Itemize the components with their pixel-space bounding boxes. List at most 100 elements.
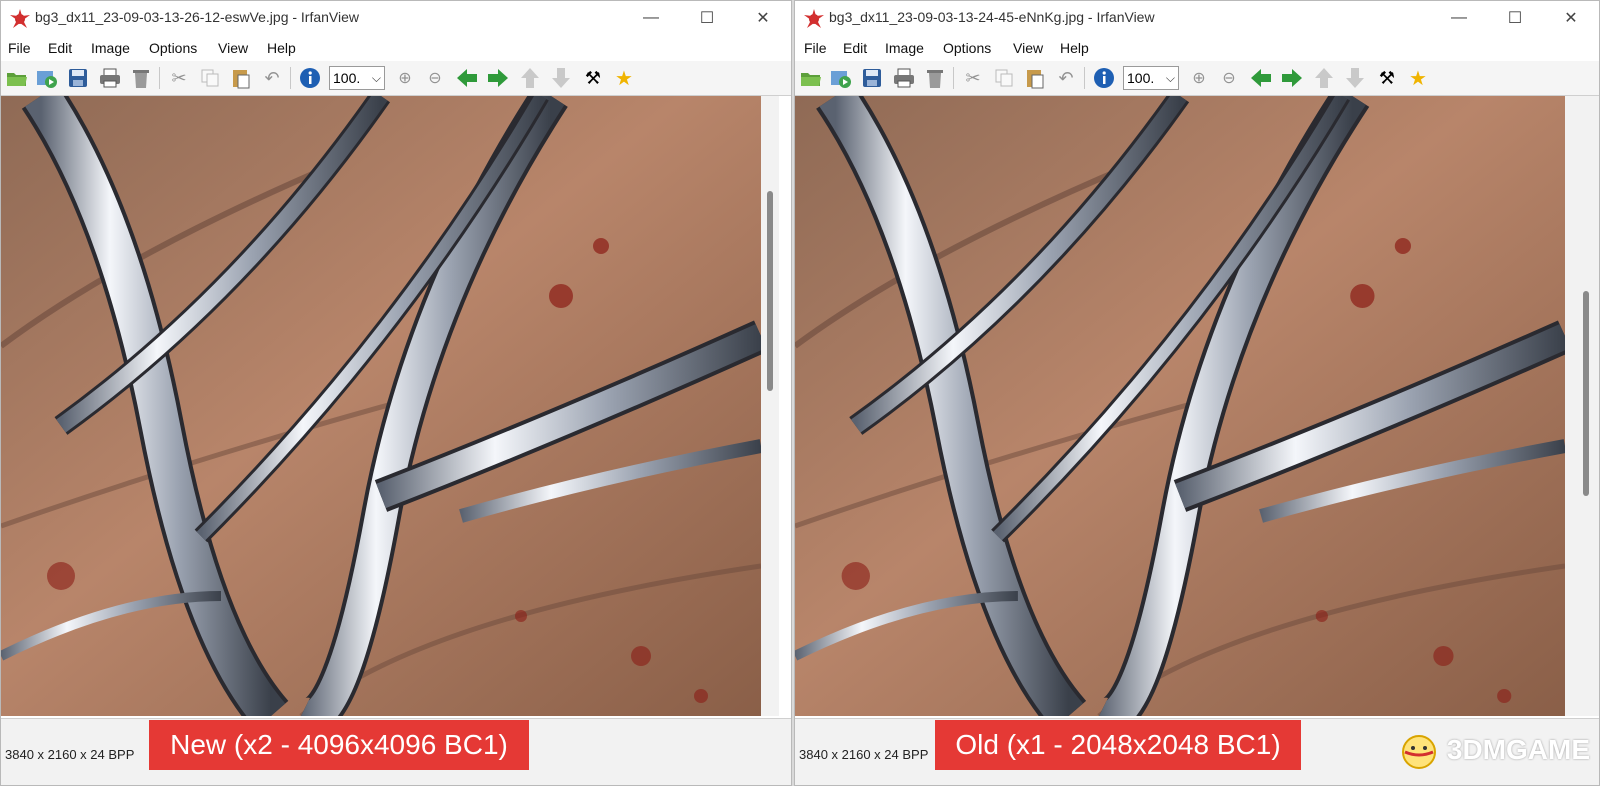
copy-icon — [201, 69, 219, 87]
zoom-select[interactable]: 100. ⌵ — [329, 66, 385, 90]
maximize-icon: ☐ — [699, 10, 715, 27]
chevron-down-icon: ⌵ — [1165, 71, 1175, 85]
menu-file[interactable]: File — [804, 40, 827, 56]
irfanview-app-icon — [10, 9, 30, 28]
title-bar[interactable]: bg3_dx11_23-09-03-13-26-12-eswVe.jpg - I… — [1, 1, 791, 35]
zoom-out-button[interactable]: ⊖ — [423, 66, 447, 90]
close-button[interactable]: ✕ — [735, 1, 791, 35]
cut-icon: ✂ — [965, 67, 981, 88]
open-button[interactable] — [799, 66, 823, 90]
down-icon — [1346, 68, 1364, 88]
toolbar: ✂ ↶ 100. ⌵ ⊕ ⊖ ⚒ ★ — [1, 61, 791, 96]
maximize-button[interactable]: ☐ — [1487, 1, 1543, 35]
paste-button[interactable] — [1023, 66, 1047, 90]
watermark-text: 3DMGAME — [1446, 734, 1590, 765]
zoom-out-icon: ⊖ — [428, 70, 442, 87]
favorite-button[interactable]: ★ — [1406, 66, 1430, 90]
scroll-up-button[interactable] — [518, 66, 542, 90]
maximize-icon: ☐ — [1507, 10, 1523, 27]
image-viewport[interactable] — [795, 96, 1565, 716]
zoom-in-icon: ⊕ — [398, 70, 412, 87]
minimize-button[interactable]: — — [623, 1, 679, 35]
minimize-button[interactable]: — — [1431, 1, 1487, 35]
zoom-in-button[interactable]: ⊕ — [1187, 66, 1211, 90]
cut-button[interactable]: ✂ — [961, 66, 985, 90]
scrollbar-thumb[interactable] — [767, 191, 773, 391]
save-button[interactable] — [860, 66, 884, 90]
info-button[interactable] — [1092, 66, 1116, 90]
cut-button[interactable]: ✂ — [167, 66, 191, 90]
info-icon — [1094, 68, 1114, 88]
zoom-select[interactable]: 100. ⌵ — [1123, 66, 1179, 90]
scrollbar-thumb[interactable] — [1583, 291, 1589, 496]
print-button[interactable] — [98, 66, 122, 90]
next-image-button[interactable] — [1280, 66, 1304, 90]
delete-button[interactable] — [129, 66, 153, 90]
menu-view[interactable]: View — [218, 40, 248, 56]
menu-image[interactable]: Image — [91, 40, 130, 56]
favorite-icon: ★ — [1409, 67, 1427, 90]
scroll-up-button[interactable] — [1312, 66, 1336, 90]
menu-file[interactable]: File — [8, 40, 31, 56]
irfanview-app-icon — [804, 9, 824, 28]
info-button[interactable] — [298, 66, 322, 90]
print-button[interactable] — [892, 66, 916, 90]
menu-image[interactable]: Image — [885, 40, 924, 56]
scroll-down-button[interactable] — [1343, 66, 1367, 90]
irfanview-window-right: bg3_dx11_23-09-03-13-24-45-eNnKg.jpg - I… — [794, 0, 1600, 786]
close-button[interactable]: ✕ — [1543, 1, 1599, 35]
image-info: 3840 x 2160 x 24 BPP — [799, 747, 929, 762]
menu-help[interactable]: Help — [1060, 40, 1089, 56]
zoom-out-button[interactable]: ⊖ — [1217, 66, 1241, 90]
menu-view[interactable]: View — [1013, 40, 1043, 56]
zoom-value: 100. — [333, 70, 361, 86]
delete-button[interactable] — [923, 66, 947, 90]
next-image-button[interactable] — [486, 66, 510, 90]
up-icon — [1315, 68, 1333, 88]
undo-button[interactable]: ↶ — [260, 66, 284, 90]
image-viewport[interactable] — [1, 96, 761, 716]
minimize-icon: — — [1451, 9, 1467, 26]
vertical-scrollbar[interactable] — [761, 96, 779, 716]
displayed-image — [795, 96, 1565, 716]
title-bar[interactable]: bg3_dx11_23-09-03-13-24-45-eNnKg.jpg - I… — [795, 1, 1599, 35]
prev-icon — [1251, 69, 1271, 87]
delete-icon — [927, 70, 943, 88]
close-icon: ✕ — [756, 10, 770, 27]
print-icon — [894, 68, 914, 88]
zoom-out-icon: ⊖ — [1222, 70, 1236, 87]
undo-button[interactable]: ↶ — [1054, 66, 1078, 90]
window-title: bg3_dx11_23-09-03-13-26-12-eswVe.jpg - I… — [35, 9, 360, 25]
copy-button[interactable] — [992, 66, 1016, 90]
comparison-caption: New (x2 - 4096x4096 BC1) — [149, 720, 529, 770]
mascot-logo-icon — [1401, 735, 1436, 769]
window-title: bg3_dx11_23-09-03-13-24-45-eNnKg.jpg - I… — [829, 9, 1155, 25]
prev-icon — [457, 69, 477, 87]
previous-image-button[interactable] — [1249, 66, 1273, 90]
menu-help[interactable]: Help — [267, 40, 296, 56]
irfanview-window-left: bg3_dx11_23-09-03-13-26-12-eswVe.jpg - I… — [0, 0, 792, 786]
menu-edit[interactable]: Edit — [48, 40, 72, 56]
open-button[interactable] — [5, 66, 29, 90]
copy-button[interactable] — [198, 66, 222, 90]
previous-image-button[interactable] — [455, 66, 479, 90]
slideshow-button[interactable] — [35, 66, 59, 90]
slideshow-button[interactable] — [829, 66, 853, 90]
favorite-button[interactable]: ★ — [612, 66, 636, 90]
undo-icon: ↶ — [264, 67, 280, 88]
save-button[interactable] — [66, 66, 90, 90]
maximize-button[interactable]: ☐ — [679, 1, 735, 35]
settings-button[interactable]: ⚒ — [581, 66, 605, 90]
menu-edit[interactable]: Edit — [843, 40, 867, 56]
zoom-in-button[interactable]: ⊕ — [393, 66, 417, 90]
settings-button[interactable]: ⚒ — [1375, 66, 1399, 90]
cut-icon: ✂ — [171, 67, 187, 88]
paste-button[interactable] — [229, 66, 253, 90]
menu-options[interactable]: Options — [943, 40, 991, 56]
delete-icon — [133, 70, 149, 88]
menu-bar: File Edit Image Options View Help — [795, 35, 1599, 61]
menu-options[interactable]: Options — [149, 40, 197, 56]
vertical-scrollbar[interactable] — [1565, 96, 1599, 716]
scroll-down-button[interactable] — [549, 66, 573, 90]
next-icon — [1282, 69, 1302, 87]
